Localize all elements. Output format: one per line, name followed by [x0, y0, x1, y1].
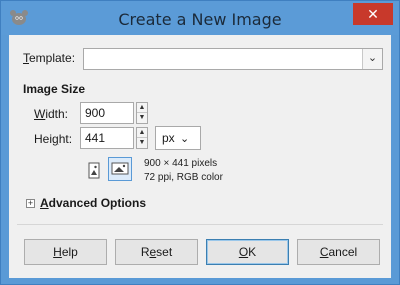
- portrait-icon[interactable]: [86, 159, 102, 183]
- advanced-options-label[interactable]: Advanced Options: [40, 196, 146, 210]
- ok-button[interactable]: OK: [206, 239, 289, 265]
- image-size-heading: Image Size: [23, 82, 86, 96]
- unit-chevron-down-icon: ⌄: [180, 133, 190, 145]
- width-spinner[interactable]: ▲ ▼: [136, 102, 148, 124]
- cancel-button[interactable]: Cancel: [297, 239, 380, 265]
- width-input[interactable]: 900: [80, 102, 134, 124]
- expander-plus-icon[interactable]: +: [26, 199, 35, 208]
- width-label: Width:: [34, 107, 69, 121]
- width-up-icon[interactable]: ▲: [137, 103, 147, 113]
- height-up-icon[interactable]: ▲: [137, 128, 147, 138]
- close-button[interactable]: ✕: [353, 3, 393, 25]
- image-info-dimensions: 900 × 441 pixels: [144, 158, 218, 169]
- landscape-button[interactable]: [108, 157, 132, 181]
- dialog-content: Template: ⌄ Image Size Width: 900 ▲ ▼ He…: [9, 35, 391, 278]
- new-image-dialog: Create a New Image ✕ Template: ⌄ Image S…: [0, 0, 400, 285]
- image-info: 900 × 441 pixels 72 ppi, RGB color: [144, 157, 223, 185]
- unit-combo[interactable]: px ⌄: [155, 126, 201, 150]
- title-bar[interactable]: Create a New Image ✕: [1, 1, 399, 35]
- close-icon: ✕: [367, 6, 379, 22]
- image-info-resolution: 72 ppi, RGB color: [144, 172, 223, 183]
- reset-button[interactable]: Reset: [115, 239, 198, 265]
- height-label: Height:: [34, 132, 73, 146]
- height-input[interactable]: 441: [80, 127, 134, 149]
- landscape-icon: [111, 162, 129, 175]
- template-combo[interactable]: ⌄: [83, 48, 383, 70]
- template-label: Template:: [23, 51, 76, 65]
- chevron-down-icon[interactable]: ⌄: [362, 49, 382, 69]
- height-down-icon[interactable]: ▼: [137, 138, 147, 148]
- help-button[interactable]: Help: [24, 239, 107, 265]
- height-spinner[interactable]: ▲ ▼: [136, 127, 148, 149]
- unit-value: px: [162, 131, 175, 145]
- width-down-icon[interactable]: ▼: [137, 113, 147, 123]
- divider: [17, 224, 383, 225]
- window-title: Create a New Image: [118, 10, 282, 29]
